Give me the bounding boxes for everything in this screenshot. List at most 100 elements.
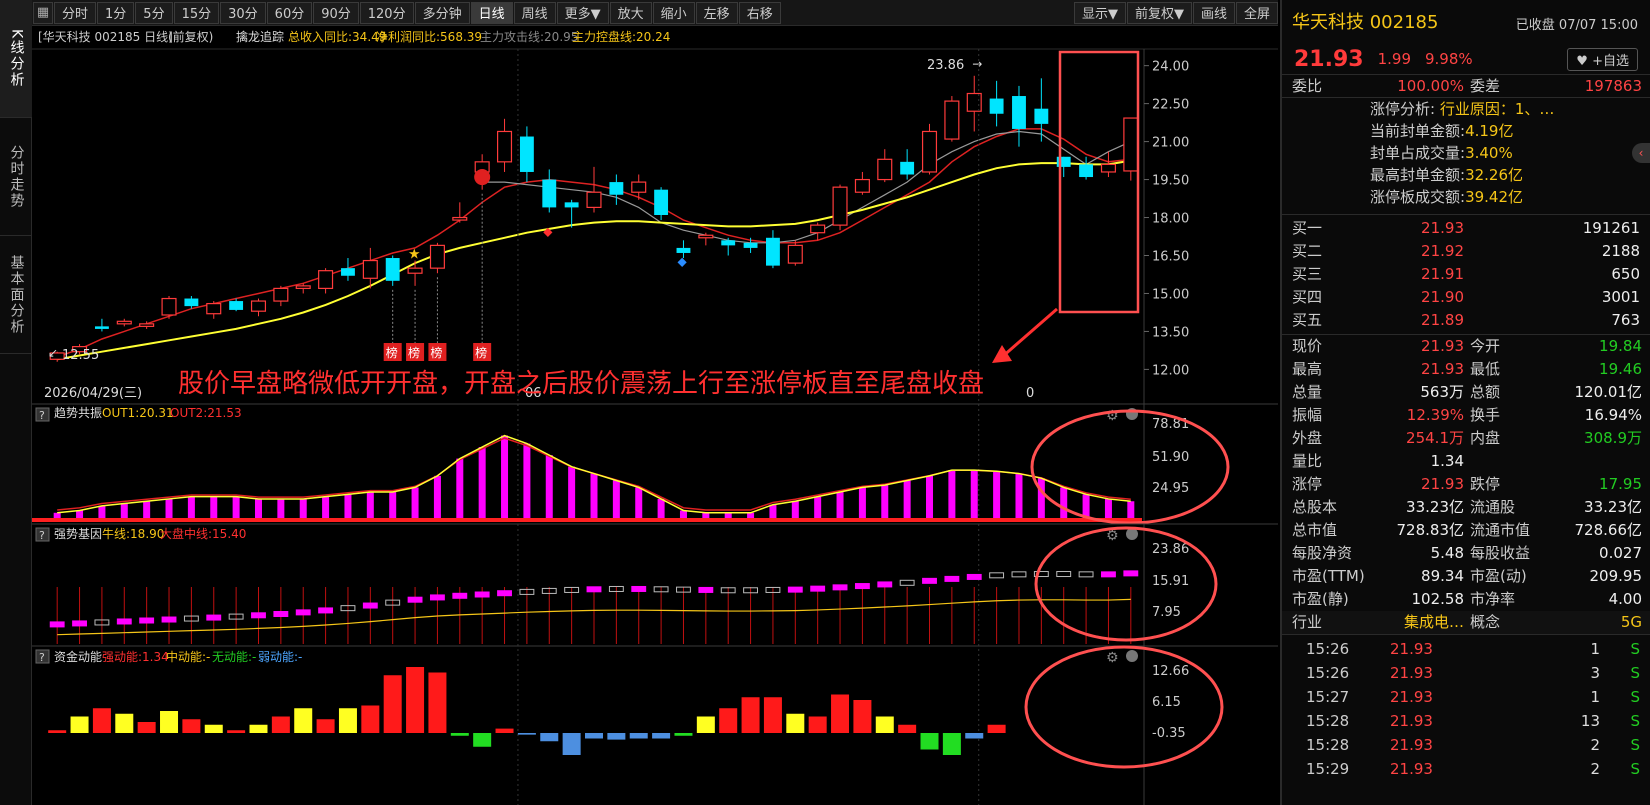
sub2-bar [989,572,1005,579]
stat-row: 市盈(TTM) 89.34 市盈(动) 209.95 [1282,565,1650,588]
annotation-caption: 股价早盘略微低开开盘，开盘之后股价震荡上行至涨停板直至尾盘收盘 [178,369,984,399]
toolbar-button[interactable]: 多分钟 [414,1,470,24]
candle[interactable] [116,318,132,327]
toolbar-button[interactable]: 日线 [470,1,513,24]
price-axis-label: 13.50 [1152,325,1189,340]
candle[interactable] [900,149,915,180]
tab-kline-analysis[interactable]: K线分析 [0,0,32,118]
candle[interactable] [161,296,177,319]
candle[interactable] [318,268,334,294]
stat-row: 总量 563万 总额 120.01亿 [1282,381,1650,404]
candle[interactable] [1123,117,1139,181]
bid-row[interactable]: 买四 21.90 3001 [1282,286,1650,309]
candle[interactable] [921,123,938,175]
bid-label: 买四 [1292,288,1323,306]
candle[interactable] [542,169,557,213]
candle[interactable] [832,184,848,231]
toolbar-right-button[interactable]: 前复权▼ [1126,1,1192,24]
sub2-axis-label: 23.86 [1152,542,1189,557]
bid-row[interactable]: 买五 21.89 763 [1282,309,1650,332]
candle[interactable] [341,258,355,281]
toolbar-right-button[interactable]: 画线 [1192,1,1235,24]
candle[interactable] [854,171,870,195]
sub2-name: 强势基因 [54,527,102,541]
sub1-axis-label: 51.90 [1152,450,1189,465]
toolbar-button[interactable]: 周线 [513,1,556,24]
candle[interactable] [586,166,602,213]
toolbar-button[interactable]: 缩小 [652,1,695,24]
collapse-panel-icon[interactable]: ‹ [1632,143,1650,163]
stat-value: 16.94% [1584,406,1642,424]
candle[interactable] [877,149,893,183]
stat-value: 集成电… [1403,613,1464,631]
price-axis-label: 22.50 [1152,98,1189,113]
grid-icon[interactable]: ▦ [33,1,53,24]
candle[interactable] [250,298,267,317]
toolbar-button[interactable]: 5分 [135,1,173,24]
toolbar-button[interactable]: 120分 [359,1,414,24]
stat-row: 涨停 21.93 跌停 17.95 [1282,473,1650,496]
candle[interactable] [944,96,960,142]
kline-chart-area[interactable]: [华天科技 002185 日线] (前复权) 擒龙追踪 总收入同比:34.49 … [32,27,1278,805]
candle[interactable] [519,126,534,183]
candle[interactable] [496,118,513,172]
toolbar-button[interactable]: 90分 [313,1,359,24]
candle[interactable] [407,260,423,286]
toolbar-button[interactable]: 左移 [695,1,738,24]
tick-list[interactable]: 15:26 21.93 1 S 15:26 21.93 3 S 15:27 21.93 1 S 15:2… [1282,635,1650,781]
toolbar-button[interactable]: 15分 [173,1,220,24]
stat-value: 19.46 [1599,360,1642,378]
toolbar-right-button[interactable]: 显示▼ [1073,1,1126,24]
bid-row[interactable]: 买二 21.92 2188 [1282,240,1650,263]
toolbar-button[interactable]: 放大 [609,1,652,24]
sub2-bar [206,614,222,621]
toolbar-button[interactable]: 30分 [220,1,266,24]
star-icon[interactable]: ★ [408,247,421,263]
candle[interactable] [721,237,736,256]
candle[interactable] [229,298,244,312]
candle[interactable] [184,296,199,309]
limit-reason[interactable]: 行业原因：1、… [1440,100,1555,118]
toolbar-right-button[interactable]: 全屏 [1235,1,1278,24]
candle[interactable] [429,242,445,274]
sub1-bar [970,470,978,522]
candle[interactable] [810,222,826,241]
candle[interactable] [787,240,803,266]
stat-label: 振幅 [1292,406,1323,424]
price-change: 1.99 [1377,50,1411,68]
candle[interactable] [1079,156,1094,180]
sub2-bar [251,612,266,619]
candle[interactable] [206,301,222,319]
candle[interactable] [564,199,579,228]
candle[interactable] [766,230,780,269]
candle[interactable] [273,285,289,307]
toolbar-button[interactable]: 右移 [738,1,781,24]
bid-row[interactable]: 买一 21.93 191261 [1282,217,1650,240]
candle[interactable] [743,237,758,253]
stat-label: 最低 [1470,360,1501,378]
close-icon[interactable] [1126,650,1138,662]
candle[interactable] [609,174,624,205]
gear-icon[interactable]: ⚙ [1106,650,1119,666]
toolbar-button[interactable]: 60分 [266,1,313,24]
candle[interactable] [989,80,1004,127]
dragon-icon[interactable] [474,169,491,186]
ma-line [482,130,1132,244]
add-watchlist-button[interactable]: ♥ +自选 [1567,47,1638,71]
candle[interactable] [385,255,400,286]
toolbar-button[interactable]: 分时 [54,1,97,24]
tab-fundamentals[interactable]: 基本面分析 [0,236,32,354]
candle[interactable] [94,318,109,332]
candle[interactable] [452,202,468,223]
candle[interactable] [1100,151,1116,178]
tick-row: 15:27 21.93 1 S [1282,685,1650,709]
candle[interactable] [654,187,669,221]
toolbar-button[interactable]: 更多▼ [556,1,609,24]
candle[interactable] [1034,78,1049,142]
stat-label: 换手 [1470,406,1501,424]
toolbar-button[interactable]: 1分 [97,1,135,24]
bid-row[interactable]: 买三 21.91 650 [1282,263,1650,286]
candle[interactable] [1012,85,1026,147]
tab-intraday[interactable]: 分时走势 [0,118,32,236]
sub1-bar [836,492,844,522]
